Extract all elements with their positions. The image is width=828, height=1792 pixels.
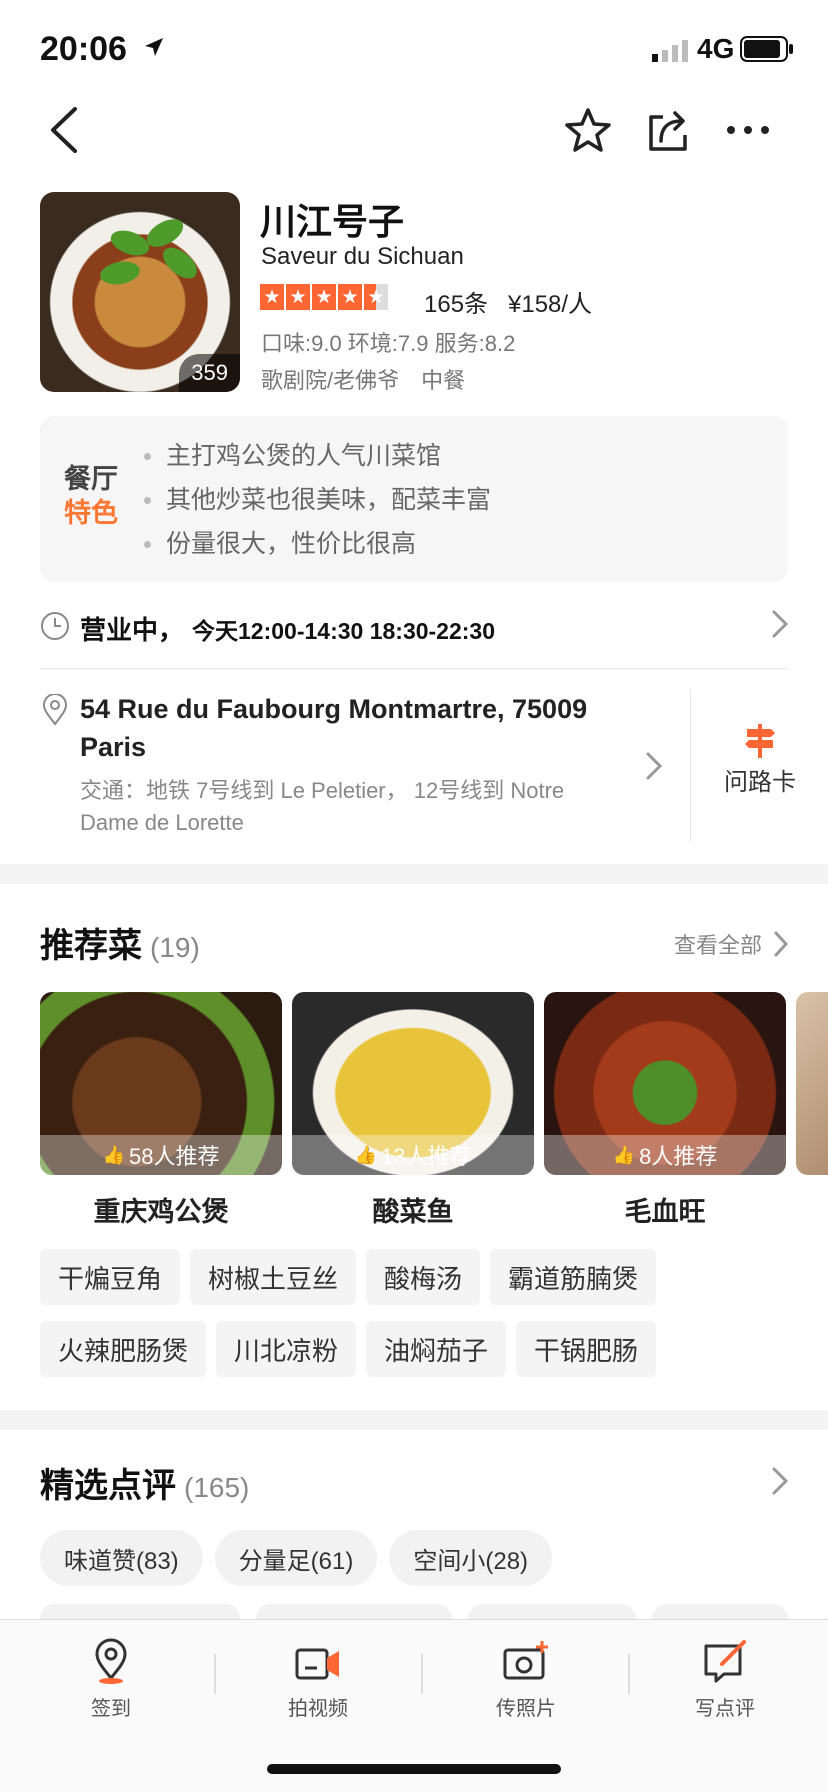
review-tag[interactable]: 空间小(28) (389, 1530, 553, 1586)
business-hours-row[interactable]: 营业中， 今天12:00-14:30 18:30-22:30 (40, 604, 788, 664)
dish-name: 重庆鸡公煲 (93, 1197, 229, 1227)
recommended-count: (19) (150, 932, 200, 963)
clock-icon (41, 612, 69, 640)
write-review-button[interactable]: 写点评 (645, 1638, 805, 1721)
recommended-title: 推荐菜 (19) (40, 927, 200, 965)
shop-name: 川江号子 (260, 201, 405, 242)
dish-name: 毛血旺 (624, 1197, 706, 1227)
star-icon: ★ (260, 284, 284, 310)
photo-count: 359 (179, 354, 240, 392)
cuisine: 中餐 (421, 368, 466, 393)
dish-name: 酸菜鱼 (372, 1197, 454, 1227)
location-arrow-icon (145, 38, 163, 56)
divider (40, 668, 788, 669)
dish-card[interactable]: 👍 13人推荐 (292, 992, 534, 1175)
more-icon[interactable] (718, 100, 778, 160)
upload-photo-button[interactable]: 传照片 (446, 1638, 606, 1721)
recommend-badge: 👍 13人推荐 (292, 1135, 534, 1175)
section-separator (0, 864, 828, 884)
scores: 口味:9.0 环境:7.9 服务:8.2 (261, 331, 516, 356)
dish-card[interactable]: 👍 58人推荐 (40, 992, 282, 1175)
shop-subtitle: Saveur du Sichuan (261, 243, 464, 270)
back-icon[interactable] (34, 100, 94, 160)
star-icon: ★ (312, 284, 336, 310)
traffic-info: 交通：地铁 7号线到 Le Peletier， 12号线到 Notre Dame… (80, 778, 565, 835)
favorite-star-icon[interactable] (558, 100, 618, 160)
star-icon: ★ (286, 284, 310, 310)
features-label: 餐厅 特色 (64, 464, 118, 528)
feature-item: 份量很大，性价比很高 (144, 522, 491, 566)
open-status: 营业中， (80, 615, 185, 645)
dish-card[interactable] (796, 992, 828, 1175)
signpost-icon (745, 724, 775, 758)
shoot-video-button[interactable]: 拍视频 (238, 1638, 398, 1721)
chevron-right-icon[interactable] (772, 1467, 788, 1495)
divider (421, 1654, 423, 1694)
shop-area: 歌剧院/老佛爷 中餐 (261, 363, 487, 395)
address-line[interactable]: 54 Rue du Faubourg Montmartre, 75009 Par… (80, 690, 640, 766)
price-per-person: ¥158/人 (508, 291, 593, 318)
divider (628, 1654, 630, 1694)
chevron-right-icon[interactable] (646, 752, 662, 780)
recommend-badge: 👍 58人推荐 (40, 1135, 282, 1175)
restaurant-features: 餐厅 特色 主打鸡公煲的人气川菜馆 其他炒菜也很美味，配菜丰富 份量很大，性价比… (40, 416, 788, 582)
dish-tags-row: 干煸豆角 树椒土豆丝 酸梅汤 霸道筋腩煲 (40, 1249, 657, 1305)
feature-item: 主打鸡公煲的人气川菜馆 (144, 434, 491, 478)
divider (214, 1654, 216, 1694)
half-star-icon: ★ (364, 284, 388, 310)
review-count: 165条 (424, 291, 489, 318)
chevron-right-icon (772, 610, 788, 638)
review-tag[interactable]: 味道赞(83) (40, 1530, 203, 1586)
section-separator (0, 1410, 828, 1430)
cellular-signal-icon (652, 40, 688, 62)
status-bar: 20:06 4G (0, 0, 828, 100)
dish-tag[interactable]: 树椒土豆丝 (190, 1249, 357, 1305)
rating-stars: ★ ★ ★ ★ ★ (260, 284, 388, 310)
dish-tag[interactable]: 川北凉粉 (216, 1321, 357, 1377)
dish-tag[interactable]: 油焖茄子 (366, 1321, 507, 1377)
photo-upload-icon (503, 1641, 548, 1680)
dish-tag[interactable]: 干煸豆角 (40, 1249, 181, 1305)
route-card-button[interactable]: 问路卡 (692, 724, 828, 797)
location-pin-icon (42, 694, 68, 726)
share-icon[interactable] (638, 100, 698, 160)
shop-photo[interactable]: 359 (40, 192, 240, 392)
home-indicator (267, 1764, 561, 1774)
network-type: 4G (697, 33, 735, 64)
reviews-title: 精选点评 (165) (40, 1467, 250, 1505)
district: 歌剧院/老佛爷 (261, 368, 400, 393)
status-time: 20:06 (40, 30, 127, 68)
review-tag[interactable]: 分量足(61) (214, 1530, 378, 1586)
features-list: 主打鸡公煲的人气川菜馆 其他炒菜也很美味，配菜丰富 份量很大，性价比很高 (144, 434, 491, 566)
recommend-badge: 👍 8人推荐 (544, 1135, 786, 1175)
checkin-button[interactable]: 签到 (31, 1638, 191, 1721)
battery-icon (740, 36, 793, 62)
write-review-icon (704, 1640, 746, 1683)
dish-tag[interactable]: 酸梅汤 (366, 1249, 481, 1305)
reviews-count: (165) (184, 1472, 250, 1503)
dish-card[interactable]: 👍 8人推荐 (544, 992, 786, 1175)
dish-tag[interactable]: 火辣肥肠煲 (40, 1321, 207, 1377)
route-card-label: 问路卡 (724, 769, 796, 796)
thumbs-up-icon: 👍 (354, 1144, 377, 1165)
dish-tag[interactable]: 干锅肥肠 (516, 1321, 657, 1377)
nav-bar (0, 100, 828, 166)
location-pin-icon (95, 1638, 127, 1684)
see-all-link[interactable]: 查看全部 (674, 928, 788, 960)
dish-tags-row: 火辣肥肠煲 川北凉粉 油焖茄子 干锅肥肠 (40, 1321, 657, 1377)
open-times: 今天12:00-14:30 18:30-22:30 (192, 618, 496, 644)
chevron-right-icon (774, 931, 788, 957)
feature-item: 其他炒菜也很美味，配菜丰富 (144, 478, 491, 522)
star-icon: ★ (338, 284, 362, 310)
divider (690, 690, 691, 842)
dish-tag[interactable]: 霸道筋腩煲 (490, 1249, 657, 1305)
video-camera-icon (295, 1648, 339, 1680)
thumbs-up-icon: 👍 (612, 1144, 636, 1165)
thumbs-up-icon: 👍 (102, 1144, 125, 1165)
dish-carousel[interactable]: 👍 58人推荐 👍 13人推荐 👍 8人推荐 (40, 992, 828, 1178)
review-tags: 味道赞(83) 分量足(61) 空间小(28) (40, 1530, 553, 1586)
